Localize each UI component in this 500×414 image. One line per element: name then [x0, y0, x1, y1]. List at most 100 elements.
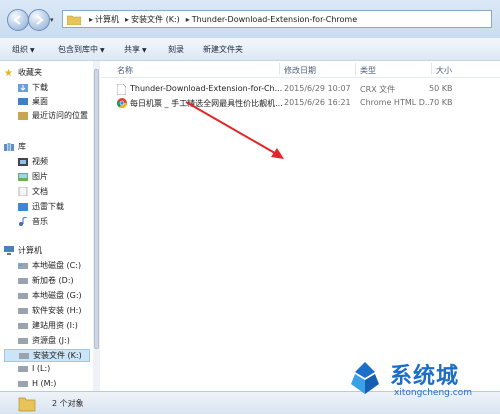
nav-label: 本地磁盘 (C:) — [32, 261, 82, 270]
watermark-brand: 系统城 — [390, 364, 460, 389]
drive-icon — [18, 366, 28, 372]
scrollbar-thumb[interactable] — [94, 69, 99, 349]
nav-label: 视频 — [32, 157, 48, 166]
file-row[interactable]: Thunder-Download-Extension-for-Ch... 201… — [101, 82, 500, 96]
chrome-icon — [117, 98, 127, 108]
nav-label: 软件安装 (H:) — [32, 306, 82, 315]
nav-label: I (L:) — [32, 364, 51, 373]
nav-label: 最近访问的位置 — [32, 111, 88, 120]
nav-item-drive[interactable]: I (L:) — [18, 364, 50, 377]
nav-label: 下载 — [32, 83, 48, 92]
download-folder-icon — [18, 84, 28, 92]
nav-item-drive[interactable]: 本地磁盘 (G:) — [18, 290, 82, 303]
nav-label: 音乐 — [32, 217, 48, 226]
navigation-pane: ★ 收藏夹 下载 桌面 最近访问的位置 库 视频 图片 文档 迅雷下载 音乐 计算… — [0, 61, 97, 391]
file-row[interactable]: 每日机票 _ 手工精选全网最具性价比靓机... 2015/6/26 16:21 … — [101, 96, 500, 110]
burn-button[interactable]: 刻录 — [168, 44, 184, 55]
breadcrumb: ▸ 计算机 ▸ 安装文件 (K:) ▸ Thunder-Download-Extensio… — [89, 15, 358, 24]
breadcrumb-item[interactable]: Thunder-Download-Extension-for-Chrome — [192, 15, 357, 24]
nav-item-music[interactable]: 音乐 — [18, 216, 48, 229]
nav-item-drive[interactable]: 软件安装 (H:) — [18, 305, 82, 318]
library-icon — [4, 143, 14, 151]
nav-item-drive[interactable]: 资源盘 (J:) — [18, 335, 70, 348]
address-bar[interactable]: ▸ 计算机 ▸ 安装文件 (K:) ▸ Thunder-Download-Extensio… — [62, 10, 492, 28]
nav-item-videos[interactable]: 视频 — [18, 156, 48, 169]
organize-label: 组织 — [12, 45, 28, 54]
nav-item-drive[interactable]: 建站用资 (I:) — [18, 320, 78, 333]
drive-icon — [18, 323, 28, 329]
thunder-download-icon — [18, 203, 28, 211]
nav-item-drive[interactable]: H (M:) — [18, 379, 56, 391]
column-header-modified[interactable]: 修改日期 — [284, 65, 316, 76]
file-modified: 2015/6/29 10:07 — [284, 84, 351, 93]
drive-icon — [18, 263, 28, 269]
share-menu[interactable]: 共享 ▼ — [124, 44, 147, 55]
folder-icon — [18, 397, 36, 412]
nav-scrollbar[interactable] — [93, 61, 100, 391]
include-in-library-menu[interactable]: 包含到库中 ▼ — [58, 44, 105, 55]
nav-item-documents[interactable]: 文档 — [18, 186, 48, 199]
chevron-down-icon: ▼ — [142, 47, 147, 54]
file-size: 50 KB — [429, 84, 453, 93]
recent-pages-dropdown[interactable]: ▾ — [50, 16, 54, 24]
drive-icon — [19, 353, 29, 359]
nav-item-drive[interactable]: 本地磁盘 (C:) — [18, 260, 81, 273]
drive-icon — [18, 308, 28, 314]
drive-icon — [18, 338, 28, 344]
breadcrumb-item[interactable]: 安装文件 (K:) — [131, 15, 180, 24]
file-type: CRX 文件 — [360, 85, 396, 94]
recent-places-icon — [18, 112, 28, 120]
file-type: Chrome HTML D... — [360, 98, 433, 107]
command-toolbar: 组织 ▼ 包含到库中 ▼ 共享 ▼ 刻录 新建文件夹 — [0, 38, 500, 61]
nav-item-thunder-downloads[interactable]: 迅雷下载 — [18, 201, 64, 214]
nav-computer[interactable]: 计算机 — [4, 245, 42, 258]
include-in-library-label: 包含到库中 — [58, 45, 98, 54]
computer-icon — [4, 246, 14, 255]
breadcrumb-item[interactable]: 计算机 — [95, 15, 119, 24]
nav-item-pictures[interactable]: 图片 — [18, 171, 48, 184]
nav-label: 建站用资 (I:) — [32, 321, 78, 330]
picture-icon — [18, 173, 28, 181]
column-header-type[interactable]: 类型 — [360, 65, 376, 76]
back-button[interactable] — [7, 9, 29, 31]
drive-icon — [18, 293, 28, 299]
nav-label: 文档 — [32, 187, 48, 196]
nav-item-downloads[interactable]: 下载 — [18, 82, 48, 95]
document-icon — [18, 187, 28, 196]
nav-label: 桌面 — [32, 97, 48, 106]
nav-item-desktop[interactable]: 桌面 — [18, 96, 48, 109]
watermark-url: xitongcheng.com — [394, 388, 472, 398]
nav-favorites[interactable]: ★ 收藏夹 — [4, 67, 42, 80]
forward-button[interactable] — [28, 9, 50, 31]
nav-label: 新加卷 (D:) — [32, 276, 74, 285]
nav-label: 资源盘 (J:) — [32, 336, 70, 345]
nav-label: 图片 — [32, 172, 48, 181]
item-count: 2 个对象 — [52, 399, 84, 408]
nav-item-recent-places[interactable]: 最近访问的位置 — [18, 110, 88, 123]
nav-label: 本地磁盘 (G:) — [32, 291, 82, 300]
nav-libraries[interactable]: 库 — [4, 141, 26, 154]
back-arrow-icon — [13, 15, 21, 25]
nav-label: 安装文件 (K:) — [33, 351, 82, 360]
nav-label: 库 — [18, 142, 26, 151]
file-size: 70 KB — [429, 98, 453, 107]
drive-icon — [18, 278, 28, 284]
share-label: 共享 — [124, 45, 140, 54]
crx-file-icon — [117, 84, 126, 95]
nav-item-drive[interactable]: 新加卷 (D:) — [18, 275, 74, 288]
forward-arrow-icon — [36, 15, 44, 25]
column-header-size[interactable]: 大小 — [436, 65, 452, 76]
column-header-name[interactable]: 名称 — [117, 65, 133, 76]
new-folder-button[interactable]: 新建文件夹 — [203, 44, 243, 55]
video-icon — [18, 158, 28, 166]
nav-label: 迅雷下载 — [32, 202, 64, 211]
file-name: 每日机票 _ 手工精选全网最具性价比靓机... — [130, 99, 283, 108]
organize-menu[interactable]: 组织 ▼ — [12, 44, 35, 55]
nav-label: H (M:) — [32, 379, 57, 388]
nav-item-drive-selected[interactable]: 安装文件 (K:) — [4, 349, 90, 362]
file-modified: 2015/6/26 16:21 — [284, 98, 351, 107]
column-header-row: 名称 修改日期 类型 大小 — [101, 61, 500, 78]
star-icon: ★ — [4, 68, 13, 79]
music-icon — [19, 217, 28, 226]
folder-icon — [67, 15, 81, 25]
